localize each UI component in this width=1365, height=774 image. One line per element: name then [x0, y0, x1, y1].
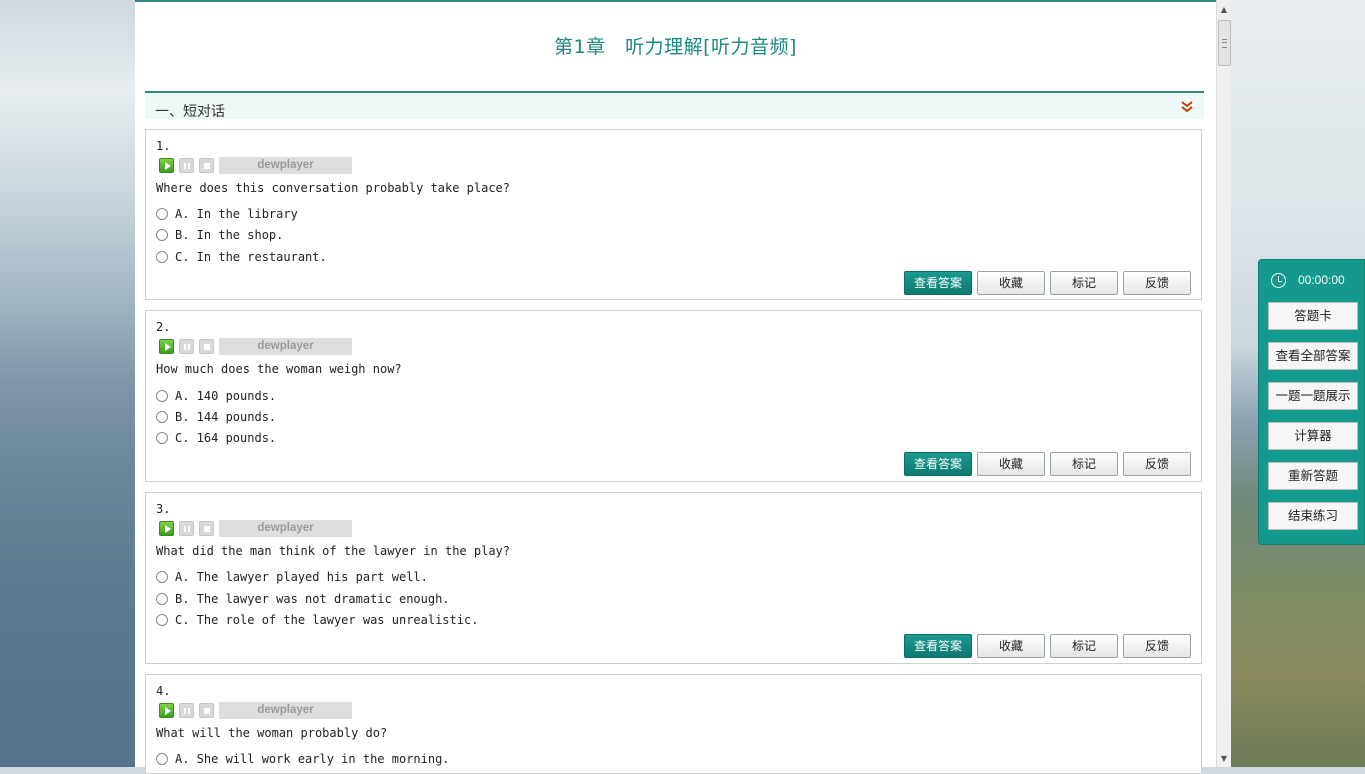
question-actions: 查看答案 收藏 标记 反馈	[904, 452, 1191, 476]
radio-button[interactable]	[156, 571, 168, 583]
feedback-button[interactable]: 反馈	[1123, 271, 1191, 295]
favorite-button[interactable]: 收藏	[977, 271, 1045, 295]
question-text: Where does this conversation probably ta…	[156, 181, 511, 195]
one-by-one-button[interactable]: 一题一题展示	[1268, 382, 1358, 410]
question-card: 3. dewplayer What did the man think of t…	[145, 492, 1202, 664]
option-label: A. In the library	[175, 207, 298, 221]
option-label: C. The role of the lawyer was unrealisti…	[175, 613, 479, 627]
feedback-button[interactable]: 反馈	[1123, 634, 1191, 658]
view-answer-button[interactable]: 查看答案	[904, 634, 972, 658]
radio-button[interactable]	[156, 208, 168, 220]
play-icon[interactable]	[159, 339, 174, 354]
restart-button[interactable]: 重新答题	[1268, 462, 1358, 490]
exam-page: 第1章 听力理解[听力音频] 一、短对话 1. dewplayer Where …	[135, 0, 1216, 774]
answer-card-button[interactable]: 答题卡	[1268, 302, 1358, 330]
play-icon[interactable]	[159, 158, 174, 173]
player-track[interactable]: dewplayer	[219, 157, 352, 174]
question-card: 1. dewplayer Where does this conversatio…	[145, 129, 1202, 300]
view-answer-button[interactable]: 查看答案	[904, 271, 972, 295]
clock-icon	[1271, 273, 1286, 288]
question-card: 2. dewplayer How much does the woman wei…	[145, 310, 1202, 482]
audio-player: dewplayer	[159, 702, 359, 719]
option-label: B. The lawyer was not dramatic enough.	[175, 592, 450, 606]
mark-button[interactable]: 标记	[1050, 634, 1118, 658]
section-title: 一、短对话	[155, 104, 225, 120]
question-number: 4.	[156, 684, 171, 698]
question-actions: 查看答案 收藏 标记 反馈	[904, 271, 1191, 295]
question-number: 1.	[156, 139, 171, 153]
stop-icon[interactable]	[199, 158, 214, 173]
audio-player: dewplayer	[159, 157, 359, 174]
audio-player: dewplayer	[159, 520, 359, 537]
scroll-up-icon[interactable]: ▲	[1217, 2, 1231, 18]
option-label: C. In the restaurant.	[175, 250, 327, 264]
radio-button[interactable]	[156, 390, 168, 402]
timer-value: 00:00:00	[1298, 273, 1345, 287]
stop-icon[interactable]	[199, 339, 214, 354]
favorite-button[interactable]: 收藏	[977, 634, 1045, 658]
scroll-thumb[interactable]	[1218, 20, 1231, 66]
stop-icon[interactable]	[199, 703, 214, 718]
question-actions: 查看答案 收藏 标记 反馈	[904, 634, 1191, 658]
player-track[interactable]: dewplayer	[219, 702, 352, 719]
view-all-answers-button[interactable]: 查看全部答案	[1268, 342, 1358, 370]
double-chevron-down-icon[interactable]	[1180, 99, 1194, 115]
question-text: What did the man think of the lawyer in …	[156, 544, 511, 558]
page-title: 第1章 听力理解[听力音频]	[554, 36, 797, 58]
section-header[interactable]: 一、短对话	[145, 91, 1204, 120]
question-number: 2.	[156, 320, 171, 334]
radio-button[interactable]	[156, 432, 168, 444]
side-tool-panel: 00:00:00 答题卡 查看全部答案 一题一题展示 计算器 重新答题 结束练习	[1258, 259, 1365, 545]
play-icon[interactable]	[159, 703, 174, 718]
option-label: A. The lawyer played his part well.	[175, 570, 428, 584]
option-label: A. She will work early in the morning.	[175, 752, 450, 766]
question-text: How much does the woman weigh now?	[156, 362, 402, 376]
stop-icon[interactable]	[199, 521, 214, 536]
end-practice-button[interactable]: 结束练习	[1268, 502, 1358, 530]
option-label: B. In the shop.	[175, 228, 284, 242]
mark-button[interactable]: 标记	[1050, 452, 1118, 476]
pause-icon[interactable]	[179, 339, 194, 354]
option-label: A. 140 pounds.	[175, 389, 277, 403]
radio-button[interactable]	[156, 593, 168, 605]
question-text: What will the woman probably do?	[156, 726, 388, 740]
scroll-down-icon[interactable]: ▼	[1217, 751, 1231, 767]
pause-icon[interactable]	[179, 703, 194, 718]
player-track[interactable]: dewplayer	[219, 520, 352, 537]
option-label: B. 144 pounds.	[175, 410, 277, 424]
mark-button[interactable]: 标记	[1050, 271, 1118, 295]
player-track[interactable]: dewplayer	[219, 338, 352, 355]
pause-icon[interactable]	[179, 521, 194, 536]
calculator-button[interactable]: 计算器	[1268, 422, 1358, 450]
question-card: 4. dewplayer What will the woman probabl…	[145, 674, 1202, 774]
view-answer-button[interactable]: 查看答案	[904, 452, 972, 476]
vertical-scrollbar[interactable]: ▲ ▼	[1216, 0, 1231, 767]
radio-button[interactable]	[156, 229, 168, 241]
radio-button[interactable]	[156, 753, 168, 765]
feedback-button[interactable]: 反馈	[1123, 452, 1191, 476]
favorite-button[interactable]: 收藏	[977, 452, 1045, 476]
play-icon[interactable]	[159, 521, 174, 536]
audio-player: dewplayer	[159, 338, 359, 355]
pause-icon[interactable]	[179, 158, 194, 173]
radio-button[interactable]	[156, 614, 168, 626]
radio-button[interactable]	[156, 251, 168, 263]
option-label: C. 164 pounds.	[175, 431, 277, 445]
radio-button[interactable]	[156, 411, 168, 423]
question-number: 3.	[156, 502, 171, 516]
